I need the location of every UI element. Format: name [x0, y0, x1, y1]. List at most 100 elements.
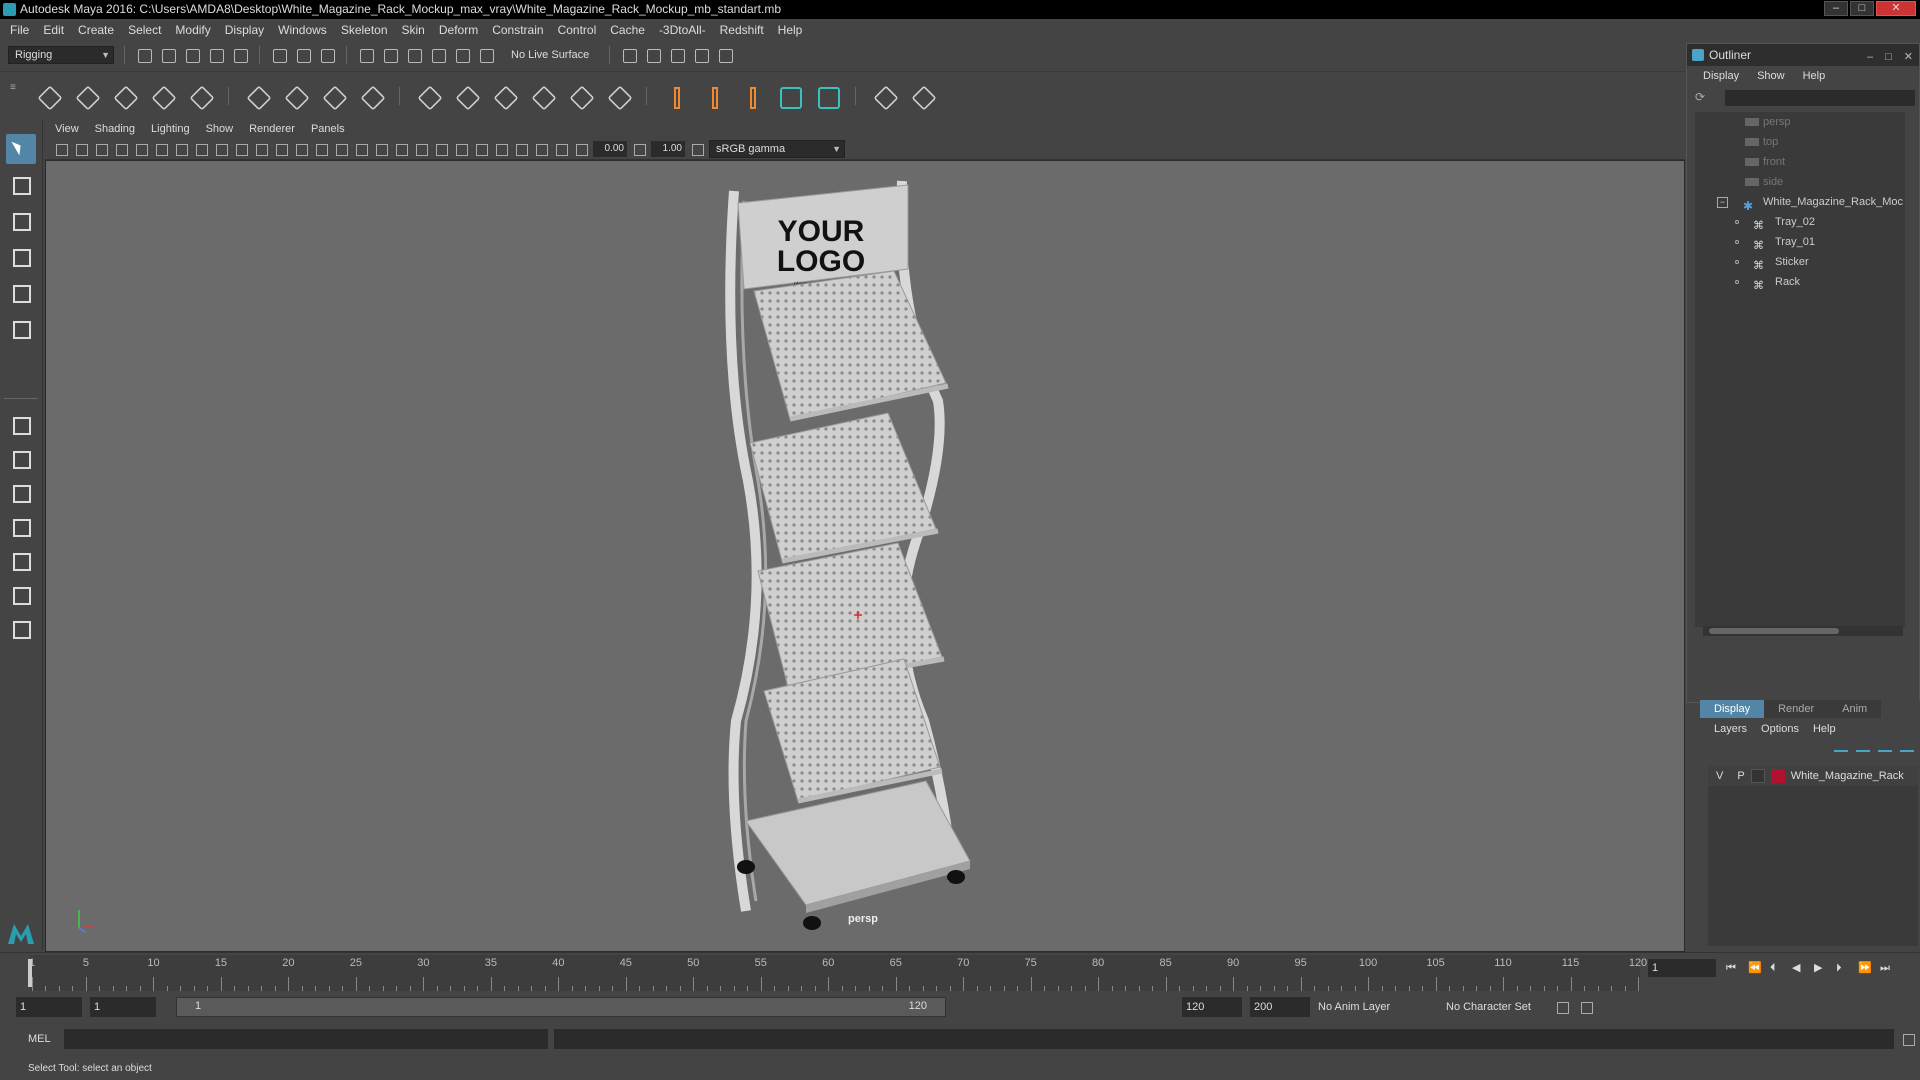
menuset-dropdown[interactable]: Rigging ▼	[8, 46, 114, 64]
film-gate-icon[interactable]	[193, 141, 209, 157]
wrap-icon[interactable]	[319, 82, 347, 110]
more-layouts-icon[interactable]	[6, 614, 36, 644]
aim-constraint-icon[interactable]	[737, 82, 765, 110]
anim-layer-dropdown[interactable]: No Anim Layer	[1318, 1001, 1438, 1013]
step-forward-key-icon[interactable]: ⏵	[1836, 962, 1848, 974]
outliner-horizontal-scrollbar[interactable]	[1703, 626, 1903, 636]
panel-menu-view[interactable]: View	[55, 123, 79, 135]
xray-joints-icon[interactable]	[533, 141, 549, 157]
side-by-side-layout-icon[interactable]	[6, 478, 36, 508]
list-item[interactable]: side	[1695, 172, 1905, 192]
shadows-icon[interactable]	[393, 141, 409, 157]
list-item[interactable]: ⌘ Rack	[1695, 272, 1905, 292]
ipr-render-icon[interactable]	[668, 46, 686, 64]
select-tool-icon[interactable]	[6, 134, 36, 164]
layer-menu-options[interactable]: Options	[1761, 723, 1799, 735]
snap-view-icon[interactable]	[429, 46, 447, 64]
end-time-field[interactable]: 200	[1250, 997, 1310, 1017]
select-hierarchy-icon[interactable]	[270, 46, 288, 64]
graph-editor-icon[interactable]	[908, 82, 936, 110]
safe-action-icon[interactable]	[273, 141, 289, 157]
exposure-field[interactable]: 0.00	[593, 140, 627, 157]
smooth-shade-icon[interactable]	[313, 141, 329, 157]
menu-skin[interactable]: Skin	[402, 23, 425, 37]
grid-icon[interactable]	[173, 141, 189, 157]
paint-weights-icon[interactable]	[452, 82, 480, 110]
scrollbar-thumb[interactable]	[1709, 628, 1839, 634]
step-forward-frame-icon[interactable]: ⏩	[1858, 962, 1872, 974]
render-current-icon[interactable]	[644, 46, 662, 64]
lattice-icon[interactable]	[243, 82, 271, 110]
gamma-icon[interactable]	[631, 141, 647, 157]
start-time-field[interactable]: 1	[16, 997, 82, 1017]
outliner-menu-help[interactable]: Help	[1803, 70, 1826, 82]
new-layer-selected-icon[interactable]	[1900, 740, 1914, 752]
animation-preferences-icon[interactable]	[1578, 999, 1594, 1015]
snap-curve-icon[interactable]	[381, 46, 399, 64]
exposure-icon[interactable]	[573, 141, 589, 157]
color-space-dropdown[interactable]: sRGB gamma ▼	[709, 139, 845, 158]
tab-display[interactable]: Display	[1700, 700, 1765, 718]
render-view-icon[interactable]	[620, 46, 638, 64]
gamma-field[interactable]: 1.00	[651, 140, 685, 157]
new-layer-icon[interactable]	[1878, 740, 1892, 752]
menu-deform[interactable]: Deform	[439, 23, 478, 37]
render-settings-icon[interactable]	[692, 46, 710, 64]
menu-control[interactable]: Control	[558, 23, 597, 37]
menu-constrain[interactable]: Constrain	[492, 23, 543, 37]
list-item[interactable]: − ✱ White_Magazine_Rack_Moc	[1695, 192, 1905, 212]
detach-skin-icon[interactable]	[528, 82, 556, 110]
playback-end-field[interactable]: 120	[1182, 997, 1242, 1017]
list-item[interactable]: top	[1695, 132, 1905, 152]
live-surface-icon[interactable]	[477, 46, 495, 64]
copy-weights-icon[interactable]	[604, 82, 632, 110]
redo-icon[interactable]	[231, 46, 249, 64]
outliner-menu-display[interactable]: Display	[1703, 70, 1739, 82]
snap-surface-icon[interactable]	[453, 46, 471, 64]
menu-skeleton[interactable]: Skeleton	[341, 23, 388, 37]
menu-help[interactable]: Help	[778, 23, 803, 37]
menu-3dtoall[interactable]: -3DtoAll-	[659, 23, 706, 37]
list-item[interactable]: ⌘ Tray_02	[1695, 212, 1905, 232]
menu-create[interactable]: Create	[78, 23, 114, 37]
menu-select[interactable]: Select	[128, 23, 161, 37]
play-backwards-icon[interactable]: ◀	[1792, 962, 1804, 974]
close-button[interactable]: ✕	[1876, 1, 1916, 16]
playback-start-field[interactable]: 1	[90, 997, 156, 1017]
outliner-menu-show[interactable]: Show	[1757, 70, 1785, 82]
scale-tool-icon[interactable]	[6, 314, 36, 344]
command-language[interactable]: MEL	[28, 1033, 58, 1045]
menu-display[interactable]: Display	[225, 23, 264, 37]
3d-viewport[interactable]: YOUR LOGO place here your tagline	[45, 160, 1685, 952]
minimize-button[interactable]: –	[1824, 1, 1848, 16]
move-tool-icon[interactable]	[6, 242, 36, 272]
hypershade-icon[interactable]	[716, 46, 734, 64]
bookmark-icon[interactable]	[93, 141, 109, 157]
layer-menu-help[interactable]: Help	[1813, 723, 1836, 735]
select-camera-icon[interactable]	[53, 141, 69, 157]
list-item[interactable]: ⌘ Sticker	[1695, 252, 1905, 272]
menu-cache[interactable]: Cache	[610, 23, 645, 37]
step-back-key-icon[interactable]: ⏴	[1770, 962, 1782, 974]
graph-layout-icon[interactable]	[6, 546, 36, 576]
snap-grid-icon[interactable]	[357, 46, 375, 64]
select-object-icon[interactable]	[294, 46, 312, 64]
outliner-close-icon[interactable]: ✕	[1904, 46, 1913, 68]
outliner-search-field[interactable]	[1725, 90, 1915, 106]
four-pane-layout-icon[interactable]	[6, 444, 36, 474]
live-surface-label[interactable]: No Live Surface	[511, 49, 589, 61]
tab-render[interactable]: Render	[1764, 700, 1829, 718]
wire-icon[interactable]	[357, 82, 385, 110]
cluster-icon[interactable]	[281, 82, 309, 110]
set-key-icon[interactable]	[870, 82, 898, 110]
layer-row[interactable]: V P White_Magazine_Rack	[1708, 766, 1918, 786]
go-to-start-icon[interactable]: ⏮	[1726, 962, 1738, 974]
shelf-options-icon[interactable]: ≡	[10, 82, 24, 110]
hik-icon[interactable]	[775, 82, 803, 110]
current-time-marker[interactable]	[28, 959, 32, 987]
layer-type-toggle[interactable]	[1750, 769, 1765, 783]
timeline-ruler[interactable]: 1 5 10 15 20 25 30 35 40 45 50 55 60 65 70 75 80 85 90 95 10…	[29, 955, 1647, 991]
layer-menu-layers[interactable]: Layers	[1714, 723, 1747, 735]
current-frame-field[interactable]: 1	[1648, 959, 1716, 977]
camera-attributes-icon[interactable]	[73, 141, 89, 157]
